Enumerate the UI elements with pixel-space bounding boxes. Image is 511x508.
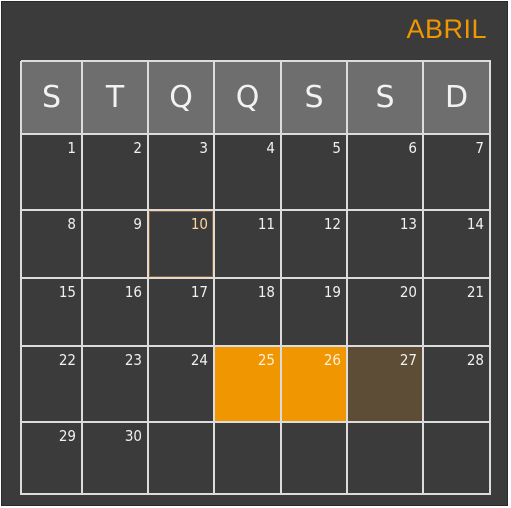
day-cell[interactable]: 12 <box>281 210 347 278</box>
grid-line-horizontal <box>21 345 491 347</box>
day-cell[interactable]: 24 <box>148 346 214 422</box>
day-cell[interactable]: 22 <box>21 346 82 422</box>
day-cell[interactable]: 23 <box>82 346 148 422</box>
calendar-widget: ABRIL S T Q Q S S D 1 2 3 4 5 6 7 8 9 10 11 12 13 14 15 16 17 18… <box>1 1 508 506</box>
day-number: 20 <box>399 283 417 301</box>
day-number: 15 <box>58 283 76 301</box>
weekday-header: D <box>423 61 490 134</box>
day-number: 23 <box>124 351 142 369</box>
day-number: 2 <box>133 139 142 157</box>
day-cell[interactable]: 29 <box>21 422 82 494</box>
day-cell[interactable]: 15 <box>21 278 82 346</box>
day-cell[interactable]: 21 <box>423 278 490 346</box>
day-number: 12 <box>323 215 341 233</box>
weekday-header: Q <box>148 61 214 134</box>
day-number: 29 <box>58 427 76 445</box>
grid-line-vertical <box>280 61 282 495</box>
grid-line-vertical <box>81 61 83 495</box>
grid-line-horizontal <box>21 209 491 211</box>
grid-line-vertical <box>147 61 149 495</box>
day-cell[interactable]: 10 <box>148 210 214 278</box>
day-number: 16 <box>124 283 142 301</box>
day-number: 27 <box>399 351 417 369</box>
weekday-header: S <box>21 61 82 134</box>
day-cell[interactable]: 9 <box>82 210 148 278</box>
day-number: 11 <box>257 215 275 233</box>
day-cell[interactable]: 28 <box>423 346 490 422</box>
day-cell[interactable]: 7 <box>423 134 490 210</box>
grid-line-vertical <box>213 61 215 495</box>
day-cell[interactable]: 18 <box>214 278 281 346</box>
day-number: 3 <box>199 139 208 157</box>
day-number: 8 <box>67 215 76 233</box>
day-number: 21 <box>466 283 484 301</box>
day-cell[interactable]: 30 <box>82 422 148 494</box>
day-number: 5 <box>332 139 341 157</box>
day-number: 14 <box>466 215 484 233</box>
day-cell[interactable]: 20 <box>347 278 423 346</box>
day-cell[interactable]: 25 <box>214 346 281 422</box>
empty-day-cell <box>214 422 281 494</box>
empty-day-cell <box>347 422 423 494</box>
day-cell[interactable]: 5 <box>281 134 347 210</box>
day-cell[interactable]: 6 <box>347 134 423 210</box>
day-number: 22 <box>58 351 76 369</box>
day-cell[interactable]: 13 <box>347 210 423 278</box>
day-number: 24 <box>190 351 208 369</box>
day-cell[interactable]: 27 <box>347 346 423 422</box>
day-cell[interactable]: 8 <box>21 210 82 278</box>
day-cell[interactable]: 16 <box>82 278 148 346</box>
grid-line-horizontal <box>21 421 491 423</box>
grid-line-horizontal <box>21 60 491 62</box>
day-cell[interactable]: 26 <box>281 346 347 422</box>
day-cell[interactable]: 1 <box>21 134 82 210</box>
day-number: 17 <box>190 283 208 301</box>
day-number: 26 <box>323 351 341 369</box>
empty-day-cell <box>148 422 214 494</box>
day-number: 30 <box>124 427 142 445</box>
day-number: 4 <box>266 139 275 157</box>
grid-line-vertical <box>489 61 491 495</box>
day-number: 13 <box>399 215 417 233</box>
day-number: 7 <box>475 139 484 157</box>
grid-line-vertical <box>346 61 348 495</box>
weekday-header: T <box>82 61 148 134</box>
day-number: 1 <box>67 139 76 157</box>
weekday-header: Q <box>214 61 281 134</box>
grid-line-vertical <box>20 61 22 495</box>
day-number: 25 <box>257 351 275 369</box>
month-title: ABRIL <box>406 14 487 44</box>
empty-day-cell <box>423 422 490 494</box>
empty-day-cell <box>281 422 347 494</box>
grid-line-horizontal <box>21 493 491 495</box>
day-number: 6 <box>408 139 417 157</box>
day-cell[interactable]: 14 <box>423 210 490 278</box>
day-cell[interactable]: 4 <box>214 134 281 210</box>
weekday-header: S <box>281 61 347 134</box>
day-cell[interactable]: 19 <box>281 278 347 346</box>
day-number: 10 <box>190 215 208 233</box>
grid-line-vertical <box>422 61 424 495</box>
day-cell[interactable]: 11 <box>214 210 281 278</box>
day-number: 9 <box>133 215 142 233</box>
day-cell[interactable]: 17 <box>148 278 214 346</box>
day-cell[interactable]: 2 <box>82 134 148 210</box>
day-cell[interactable]: 3 <box>148 134 214 210</box>
day-number: 18 <box>257 283 275 301</box>
weekday-header: S <box>347 61 423 134</box>
grid-line-horizontal <box>21 133 491 135</box>
grid-line-horizontal <box>21 277 491 279</box>
day-number: 19 <box>323 283 341 301</box>
day-number: 28 <box>466 351 484 369</box>
